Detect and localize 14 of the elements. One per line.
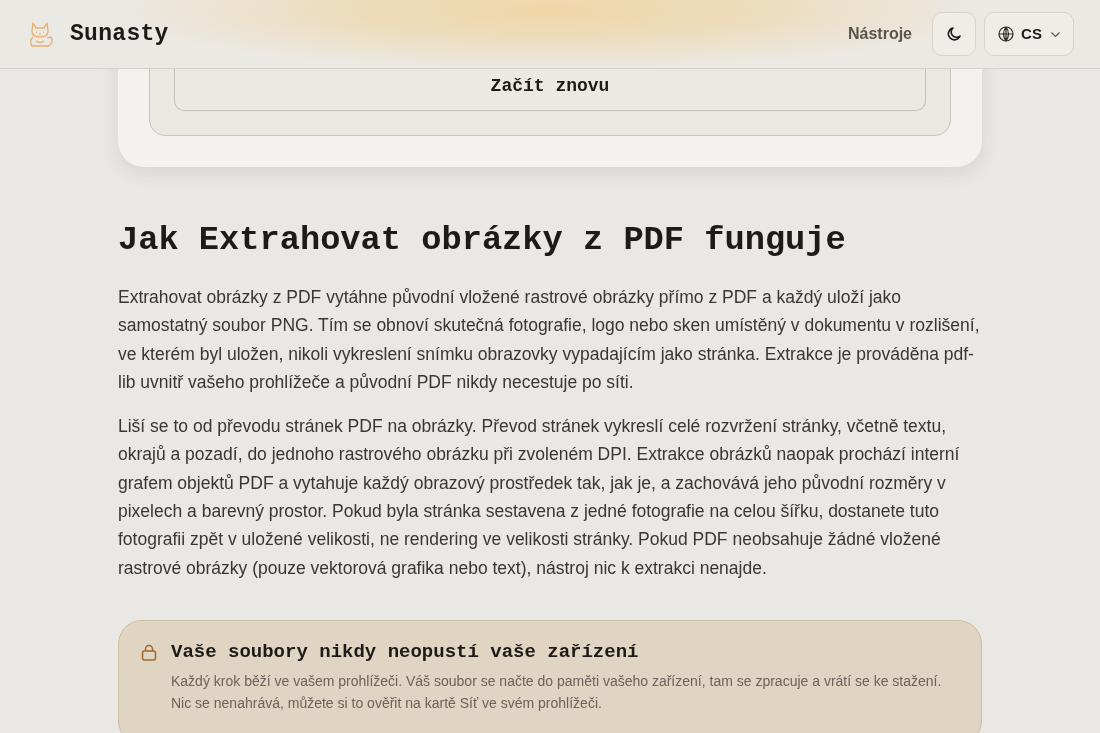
globe-icon bbox=[998, 26, 1015, 42]
article-paragraph: Liší se to od převodu stránek PDF na obrázky. Převod stránek vykreslí celé rozvržení stránky, včetně textu, okrajů a pozadí, do jednoho rastrového obrázku při zvoleném DPI. Extrakce obrázků naopak prochází interní grafem objektů PDF a vytahuje každý obrazový prostředek tak, jak je, a zachovává jeho původní rozměry v pixelech a barevný prostor. Pokud byla stránka sestavena z jedné fotografie na celou šířku, dostanete tuto fotografii zpět v uložené velikosti, ne rendering ve velikosti stránky. Pokud PDF neobsahuje žádné vložené rastrové obrázky (pouze vektorová grafika nebo text), nástroj nic k extrakci nenajde. bbox=[118, 415, 961, 580]
restart-button[interactable]: Začít znovu bbox=[174, 69, 926, 111]
language-button[interactable]: CS bbox=[984, 12, 1074, 56]
privacy-text: Každý krok běží ve vašem prohlížeči. Váš soubor se načte do paměti vašeho zařízení, tam se zpracuje a vrátí se ke stažení. Nic se nenahrává, můžete si to ověřit na kartě Síť ve svém prohlížeči. bbox=[171, 671, 943, 713]
lock-icon bbox=[141, 643, 157, 661]
chevron-down-icon bbox=[1050, 31, 1060, 37]
moon-icon bbox=[947, 27, 961, 41]
nav-link[interactable]: Nástroje bbox=[847, 22, 912, 46]
article-paragraph: Extrahovat obrázky z PDF vytáhne původní vložené rastrové obrázky přímo z PDF a každý uloží jako samostatný soubor PNG. Tím se obnoví skutečná fotografie, logo nebo sken umístěný v dokumentu v rozlišení, ve kterém byl uložen, nikoli vykreslení snímku obrazovky vypadajícím jako stránka. Extrakce je prováděna pdf-lib uvnitř vašeho prohlížeče a původní PDF nikdy necestuje po síti. bbox=[118, 286, 981, 394]
privacy-title: Vaše soubory nikdy neopustí vaše zařízení bbox=[171, 639, 640, 665]
dark-mode-button[interactable] bbox=[932, 12, 976, 56]
brand-name[interactable]: Sunasty bbox=[70, 16, 169, 52]
article-heading: Jak Extrahovat obrázky z PDF funguje bbox=[118, 220, 847, 261]
